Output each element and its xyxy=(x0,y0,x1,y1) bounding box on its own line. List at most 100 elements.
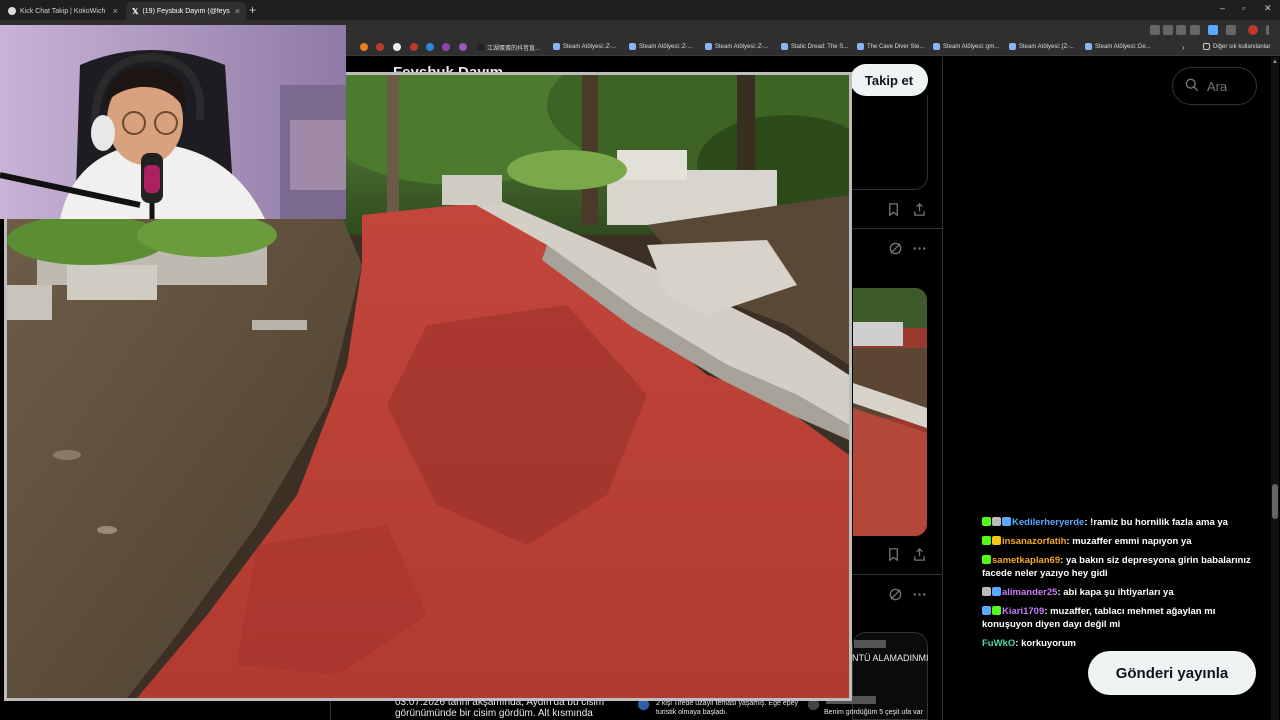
post-text: Benim gördüğüm 5 çeşit ufa var xyxy=(824,709,923,716)
scrollbar[interactable] xyxy=(1271,57,1279,720)
stream-chat: Kedilerheryerde: !ramiz bu hornilik fazl… xyxy=(982,516,1267,656)
bookmark-item[interactable]: Static Dread: The S... xyxy=(781,43,848,50)
new-tab-icon[interactable]: + xyxy=(249,3,256,17)
timeline-divider xyxy=(330,700,331,720)
refresh-icon[interactable] xyxy=(1226,25,1236,35)
post-text: turistik olmaya başladı. xyxy=(656,709,728,716)
gem-badge-icon xyxy=(992,587,1001,596)
maximize-icon[interactable]: ▫ xyxy=(1242,3,1245,13)
chat-username: sametkaplan69 xyxy=(992,555,1061,566)
tiktok-icon xyxy=(477,44,484,51)
steam-icon xyxy=(933,43,940,50)
bookmark-star-icon[interactable] xyxy=(1190,25,1200,35)
post-divider xyxy=(852,574,942,575)
chat-username: alimander25 xyxy=(1002,587,1058,598)
other-bookmarks[interactable]: Diğer sık kullanılanlar xyxy=(1203,43,1270,50)
x-logo-icon: 𝕏 xyxy=(132,6,139,16)
tab-favicon-icon xyxy=(8,7,16,15)
chat-message: Kiari1709: muzaffer, tablacı mehmet ağay… xyxy=(982,606,1216,630)
grok-icon[interactable] xyxy=(888,241,903,259)
kick-badge-icon xyxy=(992,536,1001,545)
menu-icon[interactable] xyxy=(1266,25,1269,35)
subscriber-badge-icon xyxy=(982,536,991,545)
close-tab-icon[interactable]: × xyxy=(113,6,118,16)
chat-message: alimander25: abi kapa şu ihtiyarları ya xyxy=(982,586,1267,599)
tab-x-profile[interactable]: 𝕏 (19) Feysbuk Dayım (@feysbukdayim) / X… xyxy=(126,2,246,20)
bookmark-item[interactable]: The Cave Diver Ste... xyxy=(857,43,924,50)
minimize-icon[interactable]: – xyxy=(1220,3,1225,13)
search-placeholder: Ara xyxy=(1207,78,1228,94)
steam-icon xyxy=(553,43,560,50)
bookmark-item[interactable]: Steam Atölyesi::[Z-... xyxy=(1009,43,1074,50)
chat-username: Kedilerheryerde xyxy=(1012,517,1085,528)
chat-message: FuWkO: korkuyorum xyxy=(982,638,1076,649)
steam-icon xyxy=(705,43,712,50)
steam-icon xyxy=(1009,43,1016,50)
steam-icon xyxy=(857,43,864,50)
bookmark-item[interactable]: Steam Atölyesi::gm... xyxy=(933,43,999,50)
bookmark-icon[interactable] xyxy=(442,43,450,51)
bookmark-icon[interactable] xyxy=(410,43,418,51)
avatar[interactable] xyxy=(1248,25,1258,35)
close-tab-icon[interactable]: × xyxy=(235,6,240,16)
bookmark-icon[interactable] xyxy=(360,43,368,51)
subscriber-badge-icon xyxy=(982,517,991,526)
kick-badge-icon xyxy=(982,587,991,596)
more-icon[interactable] xyxy=(912,241,927,259)
more-icon[interactable] xyxy=(912,587,927,605)
share-icon[interactable] xyxy=(912,547,927,565)
bookmark-icon[interactable] xyxy=(393,43,401,51)
share-icon[interactable] xyxy=(912,202,927,220)
chat-text: abi kapa şu ihtiyarları ya xyxy=(1063,587,1174,598)
bookmark-item[interactable]: Steam Atölyesi::De... xyxy=(1085,43,1151,50)
chat-username: insanazorfatih xyxy=(1002,536,1067,547)
timeline-divider xyxy=(942,57,943,720)
extension-icon[interactable] xyxy=(1150,25,1160,35)
chat-message: sametkaplan69: ya bakın siz depresyona g… xyxy=(982,555,1251,579)
close-window-icon[interactable]: ✕ xyxy=(1264,3,1272,14)
follow-button[interactable]: Takip et xyxy=(850,64,928,96)
bookmark-icon[interactable] xyxy=(426,43,434,51)
steam-icon xyxy=(781,43,788,50)
extension-icon[interactable] xyxy=(1208,25,1218,35)
bookmark-item[interactable]: Steam Atölyesi::Z-... xyxy=(705,43,769,50)
steam-icon xyxy=(1085,43,1092,50)
post-button[interactable]: Gönderi yayınla xyxy=(1088,651,1256,695)
bookmark-icon[interactable] xyxy=(886,202,901,220)
subscriber-badge-icon xyxy=(982,555,991,564)
chat-text: muzaffer emmi napıyon ya xyxy=(1072,536,1192,547)
bookmark-icon[interactable] xyxy=(376,43,384,51)
kick-badge-icon xyxy=(992,606,1001,615)
scrollbar-thumb[interactable] xyxy=(1272,484,1278,519)
bookmark-icon[interactable] xyxy=(886,547,901,565)
chat-text: !ramiz bu hornilik fazla ama ya xyxy=(1090,517,1228,528)
grok-icon[interactable] xyxy=(888,587,903,605)
kick-badge-icon xyxy=(992,517,1001,526)
bookmark-item[interactable]: 江湖蛋蛋的抖音直... xyxy=(477,43,540,52)
search-icon xyxy=(1185,78,1199,95)
tab-kick-chat[interactable]: Kick Chat Takip | KokoWich × xyxy=(2,2,124,20)
chat-username: FuWkO xyxy=(982,638,1016,649)
sword-badge-icon xyxy=(982,606,991,615)
chat-message: insanazorfatih: muzaffer emmi napıyon ya xyxy=(982,535,1267,548)
tab-title: (19) Feysbuk Dayım (@feysbukdayim) / X xyxy=(142,7,230,15)
post-divider xyxy=(852,228,942,229)
chat-text: korkuyorum xyxy=(1021,638,1076,649)
read-mode-icon[interactable] xyxy=(1176,25,1186,35)
bookmark-item[interactable]: Steam Atölyesi::Z-... xyxy=(553,43,617,50)
gem-badge-icon xyxy=(1002,517,1011,526)
search-input[interactable]: Ara xyxy=(1172,67,1257,105)
quoted-post-text: NTÜ ALAMADINMI xyxy=(852,653,929,663)
post-text: görünümünde bir cisim gördüm. Alt kısmın… xyxy=(395,708,593,719)
bookmark-item[interactable]: Steam Atölyesi::Z-... xyxy=(629,43,693,50)
zoom-icon[interactable] xyxy=(1163,25,1173,35)
bookmark-icon[interactable] xyxy=(459,43,467,51)
webcam-overlay xyxy=(0,25,346,219)
post-image[interactable] xyxy=(853,288,927,536)
steam-icon xyxy=(629,43,636,50)
chevron-right-icon[interactable]: › xyxy=(1182,43,1185,52)
redacted-bar xyxy=(854,640,886,648)
folder-icon xyxy=(1203,43,1210,50)
chat-username: Kiari1709 xyxy=(1002,606,1045,617)
scroll-up-icon[interactable]: ▲ xyxy=(1272,59,1278,65)
